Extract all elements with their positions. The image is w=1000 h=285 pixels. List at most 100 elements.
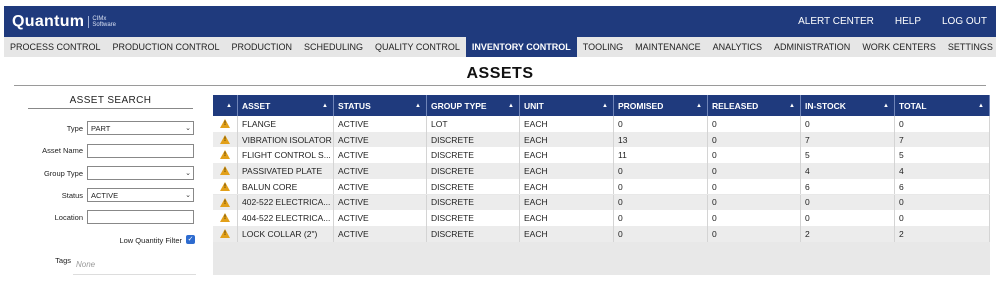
cell-asset: 402-522 ELECTRICA... [238, 194, 334, 211]
cell-group-type: DISCRETE [427, 131, 520, 148]
alert-center-link[interactable]: ALERT CENTER [798, 16, 874, 27]
cell-released: 0 [708, 116, 801, 132]
cell-total: 2 [895, 225, 990, 242]
sort-asc-icon: ▲ [322, 102, 328, 109]
quantum-logo[interactable]: Quantum CIMx Software [12, 13, 116, 31]
nav-item-tooling[interactable]: TOOLING [577, 37, 629, 57]
column-header-label: TOTAL [899, 100, 927, 111]
cell-total: 4 [895, 163, 990, 179]
low-quantity-filter-checkbox[interactable]: ✓ [186, 235, 195, 244]
warning-cell: ! [213, 194, 238, 211]
nav-item-administration[interactable]: ADMINISTRATION [768, 37, 856, 57]
table-row[interactable]: ! BALUN CORE ACTIVE DISCRETE EACH 0 0 6 6 [213, 178, 990, 195]
column-header-in-stock[interactable]: IN-STOCK ▲ [801, 95, 895, 116]
warning-cell: ! [213, 163, 238, 179]
location-input[interactable] [87, 210, 194, 224]
cell-unit: EACH [520, 116, 614, 132]
nav-item-settings[interactable]: SETTINGS [942, 37, 999, 57]
nav-item-process-control[interactable]: PROCESS CONTROL [4, 37, 107, 57]
nav-item-scheduling[interactable]: SCHEDULING [298, 37, 369, 57]
cell-group-type: DISCRETE [427, 178, 520, 195]
top-bar: Quantum CIMx Software ALERT CENTER HELP … [4, 6, 996, 37]
page-title: ASSETS [466, 65, 534, 82]
nav-item-inventory-control[interactable]: INVENTORY CONTROL [465, 37, 577, 57]
column-header-label: STATUS [338, 100, 371, 111]
cell-in-stock: 0 [801, 116, 895, 132]
column-header-asset[interactable]: ASSET ▲ [238, 95, 334, 116]
cell-status: ACTIVE [334, 178, 427, 195]
column-header-total[interactable]: TOTAL ▲ [895, 95, 990, 116]
column-header-label: PROMISED [618, 100, 664, 111]
cell-total: 6 [895, 178, 990, 195]
nav-item-quality-control[interactable]: QUALITY CONTROL [369, 37, 466, 57]
column-header-status[interactable]: STATUS ▲ [334, 95, 427, 116]
cell-released: 0 [708, 131, 801, 148]
cell-asset: BALUN CORE [238, 178, 334, 195]
table-row[interactable]: ! 404-522 ELECTRICA... ACTIVE DISCRETE EACH 0… [213, 210, 990, 226]
table-row[interactable]: ! FLIGHT CONTROL S... ACTIVE DISCRETE EACH 11… [213, 147, 990, 164]
cell-asset: PASSIVATED PLATE [238, 163, 334, 179]
cell-released: 0 [708, 163, 801, 179]
warning-cell: ! [213, 131, 238, 148]
low-quantity-filter-label: Low Quantity Filter [119, 236, 182, 245]
warning-cell: ! [213, 147, 238, 164]
cell-released: 0 [708, 194, 801, 211]
sort-asc-icon: ▲ [789, 102, 795, 109]
column-header-unit[interactable]: UNIT ▲ [520, 95, 614, 116]
brand-sub-line2: Software [92, 21, 117, 28]
cell-group-type: DISCRETE [427, 210, 520, 226]
tags-input[interactable]: None [73, 255, 196, 275]
cell-group-type: LOT [427, 116, 520, 132]
column-header-label: UNIT [524, 100, 544, 111]
main-nav: PROCESS CONTROL PRODUCTION CONTROL PRODUCT… [4, 37, 996, 57]
cell-released: 0 [708, 210, 801, 226]
cell-asset: FLANGE [238, 116, 334, 132]
warning-mark: ! [224, 136, 226, 143]
warning-mark: ! [224, 152, 226, 159]
table-row[interactable]: ! VIBRATION ISOLATOR ACTIVE DISCRETE EACH 13 0… [213, 131, 990, 148]
status-select-value: ACTIVE [91, 190, 119, 200]
cell-total: 0 [895, 210, 990, 226]
asset-name-input[interactable] [87, 144, 194, 158]
sort-asc-icon: ▲ [602, 102, 608, 109]
chevron-down-icon: ⌄ [185, 125, 191, 132]
nav-item-maintenance[interactable]: MAINTENANCE [629, 37, 707, 57]
table-row[interactable]: ! FLANGE ACTIVE LOT EACH 0 0 0 0 [213, 116, 990, 132]
cell-unit: EACH [520, 147, 614, 164]
cell-asset: 404-522 ELECTRICA... [238, 210, 334, 226]
nav-item-work-centers[interactable]: WORK CENTERS [856, 37, 942, 57]
nav-item-analytics[interactable]: ANALYTICS [707, 37, 768, 57]
nav-item-production-control[interactable]: PRODUCTION CONTROL [107, 37, 226, 57]
asset-search-title: ASSET SEARCH [69, 95, 152, 106]
warning-mark: ! [224, 215, 226, 222]
sort-asc-icon: ▲ [883, 102, 889, 109]
cell-promised: 0 [614, 163, 708, 179]
cell-promised: 0 [614, 194, 708, 211]
group-type-select[interactable]: ⌄ [87, 166, 194, 180]
column-header-released[interactable]: RELEASED ▲ [708, 95, 801, 116]
sort-asc-icon: ▲ [508, 102, 514, 109]
cell-unit: EACH [520, 194, 614, 211]
cell-status: ACTIVE [334, 210, 427, 226]
warning-mark: ! [224, 199, 226, 206]
cell-in-stock: 2 [801, 225, 895, 242]
table-row[interactable]: ! LOCK COLLAR (2") ACTIVE DISCRETE EACH 0 0 2 2 [213, 225, 990, 242]
table-header: ▲ ASSET ▲ STATUS ▲ GROUP TYPE ▲ UNIT ▲ PROMISED ▲ R… [213, 95, 990, 116]
nav-item-production[interactable]: PRODUCTION [226, 37, 299, 57]
icon-column-header[interactable]: ▲ [213, 95, 238, 116]
type-select[interactable]: PART ⌄ [87, 121, 194, 135]
cell-in-stock: 5 [801, 147, 895, 164]
table-row[interactable]: ! 402-522 ELECTRICA... ACTIVE DISCRETE EACH 0… [213, 194, 990, 211]
logout-link[interactable]: LOG OUT [942, 16, 987, 27]
column-header-group-type[interactable]: GROUP TYPE ▲ [427, 95, 520, 116]
table-row[interactable]: ! PASSIVATED PLATE ACTIVE DISCRETE EACH 0 0 4 4 [213, 163, 990, 179]
column-header-label: GROUP TYPE [431, 100, 487, 111]
status-label: Status [61, 191, 83, 200]
cell-in-stock: 0 [801, 194, 895, 211]
tags-placeholder: None [76, 260, 96, 269]
column-header-promised[interactable]: PROMISED ▲ [614, 95, 708, 116]
brand-name: Quantum [12, 12, 85, 30]
type-select-value: PART [91, 123, 111, 133]
status-select[interactable]: ACTIVE ⌄ [87, 188, 194, 202]
help-link[interactable]: HELP [895, 16, 921, 27]
